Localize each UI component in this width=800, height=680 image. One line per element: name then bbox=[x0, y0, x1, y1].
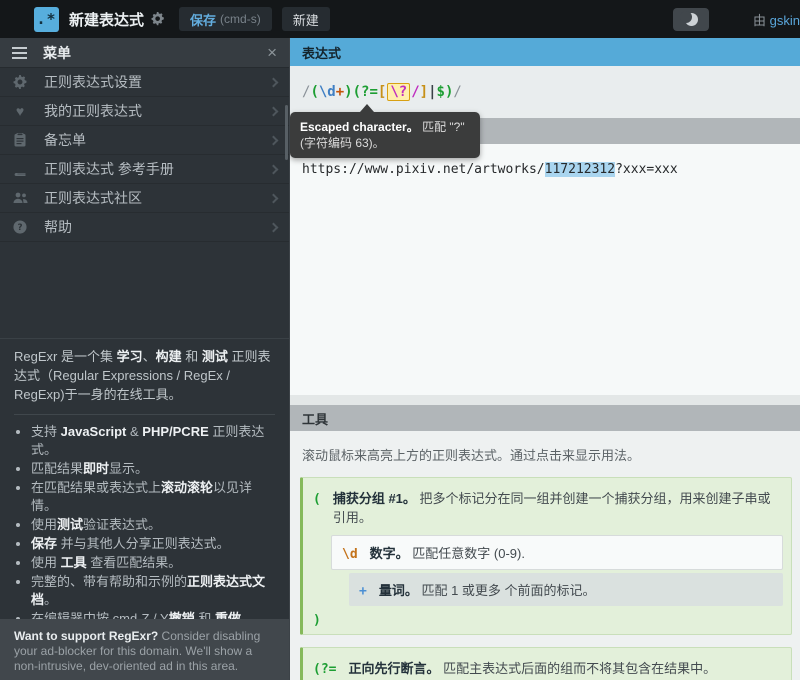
tools-title: 工具 bbox=[302, 409, 328, 428]
token-digit: \d bbox=[342, 547, 358, 562]
gear-icon bbox=[12, 75, 28, 89]
book-icon bbox=[12, 162, 28, 176]
save-shortcut: (cmd-s) bbox=[220, 12, 261, 26]
dark-mode-toggle[interactable] bbox=[673, 8, 709, 31]
feature-item: 在匹配结果或表达式上滚动滚轮以见详情。 bbox=[31, 479, 275, 515]
sidebar-item-regex-settings[interactable]: 正则表达式设置 bbox=[0, 68, 289, 97]
menu-icon bbox=[12, 47, 27, 49]
feature-item: 使用 工具 查看匹配结果。 bbox=[31, 554, 275, 572]
sidebar-item-label: 正则表达式社区 bbox=[44, 188, 142, 208]
regexr-logo[interactable]: .* bbox=[34, 7, 59, 32]
chevron-right-icon bbox=[269, 222, 279, 232]
by-label: 由 bbox=[753, 13, 770, 28]
sidebar-scrollbar[interactable] bbox=[285, 105, 288, 160]
tools-explain-panel: 滚动鼠标来高亮上方的正则表达式。通过点击来显示用法。 ( 捕获分组 #1。 把多… bbox=[290, 431, 800, 680]
feature-item: 使用测试验证表达式。 bbox=[31, 516, 275, 534]
feature-list: 支持 JavaScript & PHP/PCRE 正则表达式。 匹配结果即时显示… bbox=[14, 423, 275, 647]
support-notice: Want to support RegExr? Consider disabli… bbox=[0, 619, 289, 680]
sidebar-item-label: 正则表达式 参考手册 bbox=[44, 159, 174, 179]
resize-gutter[interactable] bbox=[290, 395, 800, 405]
pattern-title[interactable]: 新建表达式 bbox=[69, 9, 144, 30]
sidebar: 菜单 × 正则表达式设置 ♥ 我的正则表达式 备忘单 正则表达式 参考手册 正则… bbox=[0, 38, 289, 680]
explain-group-capture[interactable]: ( 捕获分组 #1。 把多个标记分在同一组并创建一个捕获分组，用来创建子串或引用… bbox=[300, 477, 792, 635]
explain-row-digit[interactable]: \d 数字。 匹配任意数字 (0-9). bbox=[331, 535, 783, 570]
clipboard-icon bbox=[12, 133, 28, 147]
main-panel: 表达式 /(\d+)(?=[\?/]|$)/ 文本 https://www.pi… bbox=[289, 38, 800, 680]
save-button[interactable]: 保存 (cmd-s) bbox=[179, 7, 272, 31]
explain-label: 量词。 bbox=[379, 583, 418, 598]
new-label: 新建 bbox=[293, 10, 319, 29]
menu-title: 菜单 bbox=[43, 43, 71, 63]
tools-hint: 滚动鼠标来高亮上方的正则表达式。通过点击来显示用法。 bbox=[300, 445, 792, 464]
sidebar-item-reference[interactable]: 正则表达式 参考手册 bbox=[0, 155, 289, 184]
chevron-right-icon bbox=[269, 193, 279, 203]
match-highlight: 117212312 bbox=[545, 162, 615, 177]
token-lookahead: (?= bbox=[313, 662, 336, 677]
menu-header: 菜单 × bbox=[0, 38, 289, 68]
sidebar-item-label: 我的正则表达式 bbox=[44, 101, 142, 121]
explain-row-quantifier[interactable]: + 量词。 匹配 1 或更多 个前面的标记。 bbox=[349, 573, 783, 606]
explain-row-open-paren[interactable]: ( 捕获分组 #1。 把多个标记分在同一组并创建一个捕获分组，用来创建子串或引用… bbox=[303, 482, 787, 532]
top-bar: .* 新建表达式 保存 (cmd-s) 新建 由 gskin bbox=[0, 0, 800, 38]
divider bbox=[14, 414, 275, 415]
token-close-paren: ) bbox=[313, 613, 321, 628]
test-text-editor[interactable]: https://www.pixiv.net/artworks/117212312… bbox=[290, 144, 800, 395]
save-label: 保存 bbox=[190, 10, 216, 29]
feature-item: 支持 JavaScript & PHP/PCRE 正则表达式。 bbox=[31, 423, 275, 459]
community-icon bbox=[12, 192, 28, 204]
expression-title: 表达式 bbox=[302, 43, 341, 62]
new-button[interactable]: 新建 bbox=[282, 7, 330, 31]
svg-text:?: ? bbox=[17, 223, 22, 233]
feature-item: 完整的、带有帮助和示例的正则表达式文档。 bbox=[31, 573, 275, 609]
explain-group-lookahead[interactable]: (?= 正向先行断言。 匹配主表达式后面的组而不将其包含在结果中。 [ 字符集。… bbox=[300, 647, 792, 680]
chevron-right-icon bbox=[269, 77, 279, 87]
pattern-settings-gear-icon[interactable] bbox=[151, 12, 165, 26]
feature-item: 保存 并与其他人分享正则表达式。 bbox=[31, 535, 275, 553]
expression-code[interactable]: /(\d+)(?=[\?/]|$)/ bbox=[302, 84, 462, 100]
feature-item: 匹配结果即时显示。 bbox=[31, 460, 275, 478]
test-text-pre: https://www.pixiv.net/artworks/ bbox=[302, 162, 545, 177]
sidebar-item-label: 帮助 bbox=[44, 217, 72, 237]
token-open-paren: ( bbox=[313, 492, 321, 507]
expression-header: 表达式 bbox=[290, 38, 800, 66]
close-icon[interactable]: × bbox=[267, 44, 277, 61]
sidebar-item-help[interactable]: ? 帮助 bbox=[0, 213, 289, 242]
sidebar-item-cheatsheet[interactable]: 备忘单 bbox=[0, 126, 289, 155]
explain-desc: 匹配主表达式后面的组而不将其包含在结果中。 bbox=[443, 661, 716, 676]
heart-icon: ♥ bbox=[12, 103, 28, 119]
about-text: RegExr 是一个集 学习、构建 和 测试 正则表达式（Regular Exp… bbox=[0, 338, 289, 648]
moon-icon bbox=[685, 13, 698, 26]
help-icon: ? bbox=[12, 220, 28, 234]
explain-row-lookahead[interactable]: (?= 正向先行断言。 匹配主表达式后面的组而不将其包含在结果中。 bbox=[303, 652, 787, 680]
chevron-right-icon bbox=[269, 135, 279, 145]
explain-desc: 匹配 1 或更多 个前面的标记。 bbox=[421, 583, 595, 598]
explain-label: 正向先行断言。 bbox=[348, 661, 439, 676]
about-intro: RegExr 是一个集 学习、构建 和 测试 正则表达式（Regular Exp… bbox=[14, 347, 275, 404]
author-link[interactable]: gskin bbox=[770, 13, 800, 28]
sidebar-item-my-patterns[interactable]: ♥ 我的正则表达式 bbox=[0, 97, 289, 126]
explain-desc: 匹配任意数字 (0-9). bbox=[412, 546, 525, 561]
sidebar-item-label: 备忘单 bbox=[44, 130, 86, 150]
test-text-post: ?xxx=xxx bbox=[615, 162, 678, 177]
explain-label: 数字。 bbox=[370, 546, 409, 561]
explain-label: 捕获分组 #1。 bbox=[333, 491, 416, 506]
chevron-right-icon bbox=[269, 106, 279, 116]
tools-header[interactable]: 工具 bbox=[290, 405, 800, 431]
sidebar-item-community[interactable]: 正则表达式社区 bbox=[0, 184, 289, 213]
token-tooltip: Escaped character。 匹配 "?" (字符编码 63)。 bbox=[290, 112, 480, 158]
sidebar-item-label: 正则表达式设置 bbox=[44, 72, 142, 92]
token-plus: + bbox=[359, 584, 367, 599]
chevron-right-icon bbox=[269, 164, 279, 174]
author-byline: 由 gskin bbox=[753, 10, 800, 29]
explain-row-close-paren[interactable]: ) bbox=[303, 609, 787, 630]
